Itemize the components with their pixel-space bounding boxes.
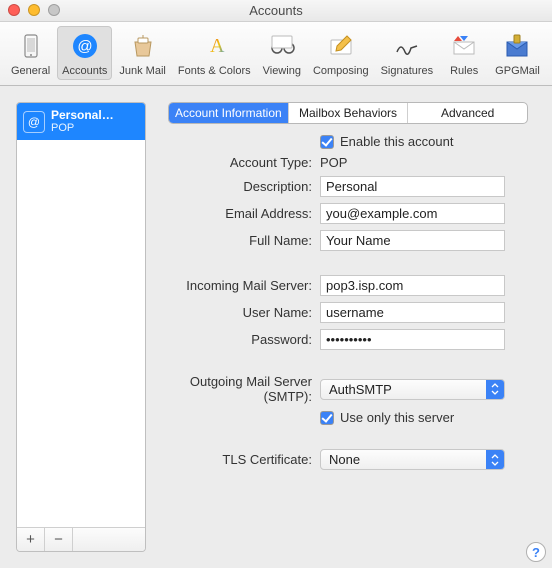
- label-username: User Name:: [160, 305, 320, 320]
- composing-icon: [324, 29, 358, 63]
- use-only-server-checkbox[interactable]: [320, 411, 334, 425]
- svg-text:A: A: [210, 35, 225, 57]
- accounts-icon: @: [68, 29, 102, 63]
- junk-mail-icon: [126, 29, 160, 63]
- tab-account-information[interactable]: Account Information: [169, 103, 289, 123]
- minimize-window-button[interactable]: [28, 4, 40, 16]
- toolbar-item-general[interactable]: General: [6, 26, 55, 80]
- tab-advanced[interactable]: Advanced: [408, 103, 527, 123]
- toolbar-item-accounts[interactable]: @ Accounts: [57, 26, 112, 80]
- enable-account-checkbox[interactable]: [320, 135, 334, 149]
- dropdown-knob-icon: [486, 450, 504, 469]
- toolbar-item-rules[interactable]: Rules: [440, 26, 488, 80]
- toolbar-item-fonts[interactable]: A Fonts & Colors: [173, 26, 256, 80]
- signatures-icon: [390, 29, 424, 63]
- zoom-window-button: [48, 4, 60, 16]
- username-field[interactable]: [320, 302, 505, 323]
- password-field[interactable]: [320, 329, 505, 350]
- smtp-value: AuthSMTP: [329, 382, 392, 397]
- add-account-button[interactable]: +: [17, 528, 45, 551]
- enable-account-label: Enable this account: [340, 134, 453, 149]
- label-smtp: Outgoing Mail Server (SMTP):: [160, 374, 320, 404]
- tls-value: None: [329, 452, 360, 467]
- svg-text:@: @: [28, 115, 40, 129]
- viewing-icon: [265, 29, 299, 63]
- detail-tabs: Account Information Mailbox Behaviors Ad…: [168, 102, 528, 124]
- preferences-toolbar: General @ Accounts Junk Mail A Fonts & C…: [0, 22, 552, 86]
- account-type-sub: POP: [51, 122, 114, 134]
- account-row-personal[interactable]: @ Personal… POP: [17, 103, 145, 140]
- toolbar-item-junk[interactable]: Junk Mail: [114, 26, 170, 80]
- close-window-button[interactable]: [8, 4, 20, 16]
- tab-mailbox-behaviors[interactable]: Mailbox Behaviors: [289, 103, 409, 123]
- use-only-server-label: Use only this server: [340, 410, 454, 425]
- tls-dropdown[interactable]: None: [320, 449, 505, 470]
- fullname-field[interactable]: [320, 230, 505, 251]
- account-detail-pane: Account Information Mailbox Behaviors Ad…: [160, 102, 536, 552]
- gpgmail-icon: [500, 29, 534, 63]
- label-incoming: Incoming Mail Server:: [160, 278, 320, 293]
- label-description: Description:: [160, 179, 320, 194]
- toolbar-item-signatures[interactable]: Signatures: [376, 26, 439, 80]
- label-tls: TLS Certificate:: [160, 452, 320, 467]
- label-email: Email Address:: [160, 206, 320, 221]
- label-fullname: Full Name:: [160, 233, 320, 248]
- at-icon: @: [23, 111, 45, 133]
- toolbar-item-gpgmail[interactable]: GPGMail: [490, 26, 545, 80]
- account-type-value: POP: [320, 155, 347, 170]
- toolbar-item-viewing[interactable]: Viewing: [258, 26, 306, 80]
- general-icon: [14, 29, 48, 63]
- dropdown-knob-icon: [486, 380, 504, 399]
- description-field[interactable]: [320, 176, 505, 197]
- label-password: Password:: [160, 332, 320, 347]
- remove-account-button[interactable]: −: [45, 528, 73, 551]
- titlebar: Accounts: [0, 0, 552, 22]
- window-title: Accounts: [0, 0, 552, 22]
- toolbar-item-composing[interactable]: Composing: [308, 26, 374, 80]
- smtp-dropdown[interactable]: AuthSMTP: [320, 379, 505, 400]
- incoming-server-field[interactable]: [320, 275, 505, 296]
- svg-text:@: @: [77, 38, 92, 55]
- label-account-type: Account Type:: [160, 155, 320, 170]
- fonts-colors-icon: A: [197, 29, 231, 63]
- account-name: Personal…: [51, 109, 114, 122]
- rules-icon: [447, 29, 481, 63]
- help-button[interactable]: ?: [526, 542, 546, 562]
- email-field[interactable]: [320, 203, 505, 224]
- accounts-list: @ Personal… POP + −: [16, 102, 146, 552]
